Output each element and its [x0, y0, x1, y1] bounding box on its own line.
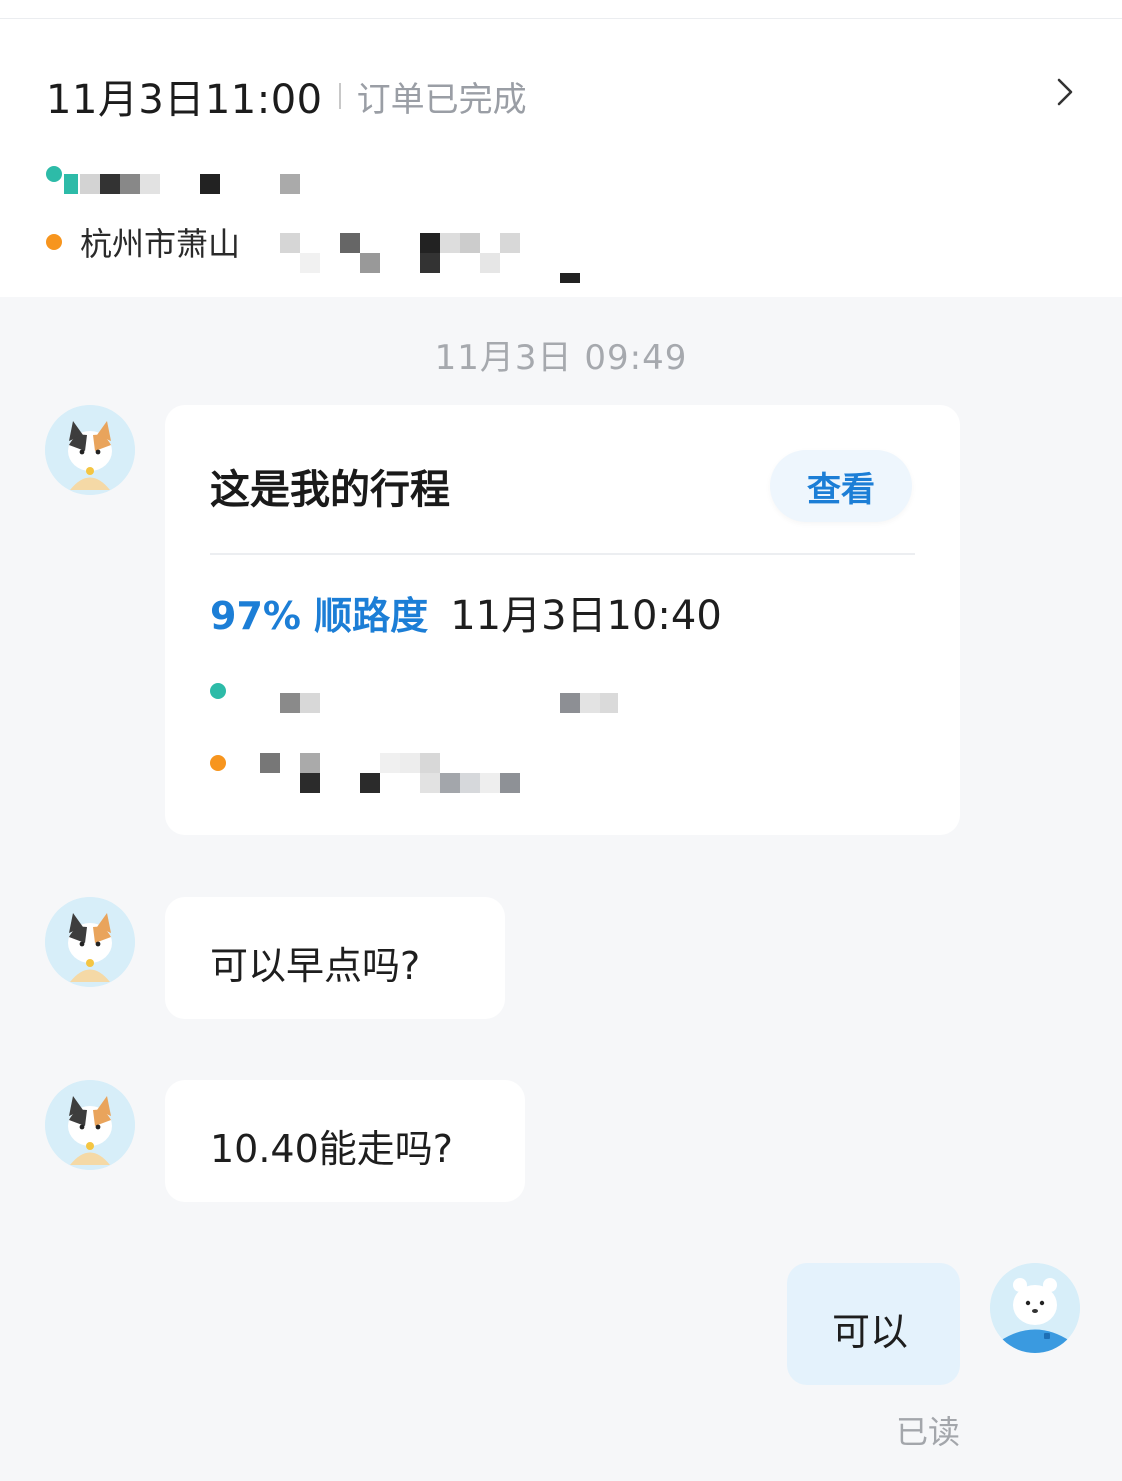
- end-address-text: 杭州市萧山: [80, 225, 241, 263]
- read-status: 已读: [895, 1413, 960, 1451]
- polar-bear-avatar-icon: [990, 1263, 1080, 1353]
- message-text: 可以早点吗?: [210, 944, 421, 988]
- card-divider: [210, 553, 915, 555]
- reply-text: 可以: [832, 1310, 909, 1354]
- cat-avatar-icon: [45, 405, 135, 495]
- cat-avatar-icon: [45, 1080, 135, 1170]
- trip-card-title: 这是我的行程: [210, 467, 450, 513]
- order-header[interactable]: 11月3日11:00 订单已完成 杭州市萧山: [0, 19, 1122, 297]
- driver-avatar[interactable]: [45, 897, 135, 987]
- order-datetime: 11月3日11:00: [46, 77, 323, 123]
- divider: [338, 83, 341, 109]
- view-trip-button[interactable]: 查看: [770, 450, 912, 522]
- route-match-percentage: 97% 顺路度: [210, 594, 429, 638]
- order-status: 订单已完成: [356, 79, 527, 120]
- message-text: 10.40能走吗?: [210, 1127, 453, 1171]
- trip-start-dot: [210, 683, 226, 699]
- trip-end-dot: [210, 755, 226, 771]
- chat-timestamp: 11月3日 09:49: [434, 338, 688, 378]
- driver-avatar[interactable]: [45, 405, 135, 495]
- driver-avatar[interactable]: [45, 1080, 135, 1170]
- message-bubble[interactable]: 可以早点吗?: [165, 897, 505, 1019]
- top-strip: [0, 0, 1122, 19]
- start-address-row: [46, 166, 62, 182]
- reply-bubble[interactable]: 可以: [787, 1263, 960, 1385]
- start-point-dot: [46, 166, 62, 182]
- chevron-right-icon[interactable]: [1050, 77, 1080, 107]
- end-point-dot: [46, 234, 62, 250]
- trip-card[interactable]: 这是我的行程 查看 97% 顺路度 11月3日10:40: [165, 405, 960, 835]
- message-bubble[interactable]: 10.40能走吗?: [165, 1080, 525, 1202]
- end-address-row: 杭州市萧山: [46, 219, 240, 265]
- trip-meta: 97% 顺路度 11月3日10:40: [210, 583, 722, 641]
- trip-departure-time: 11月3日10:40: [450, 593, 722, 639]
- cat-avatar-icon: [45, 897, 135, 987]
- user-avatar[interactable]: [990, 1263, 1080, 1353]
- order-title-row: 11月3日11:00 订单已完成: [46, 67, 527, 125]
